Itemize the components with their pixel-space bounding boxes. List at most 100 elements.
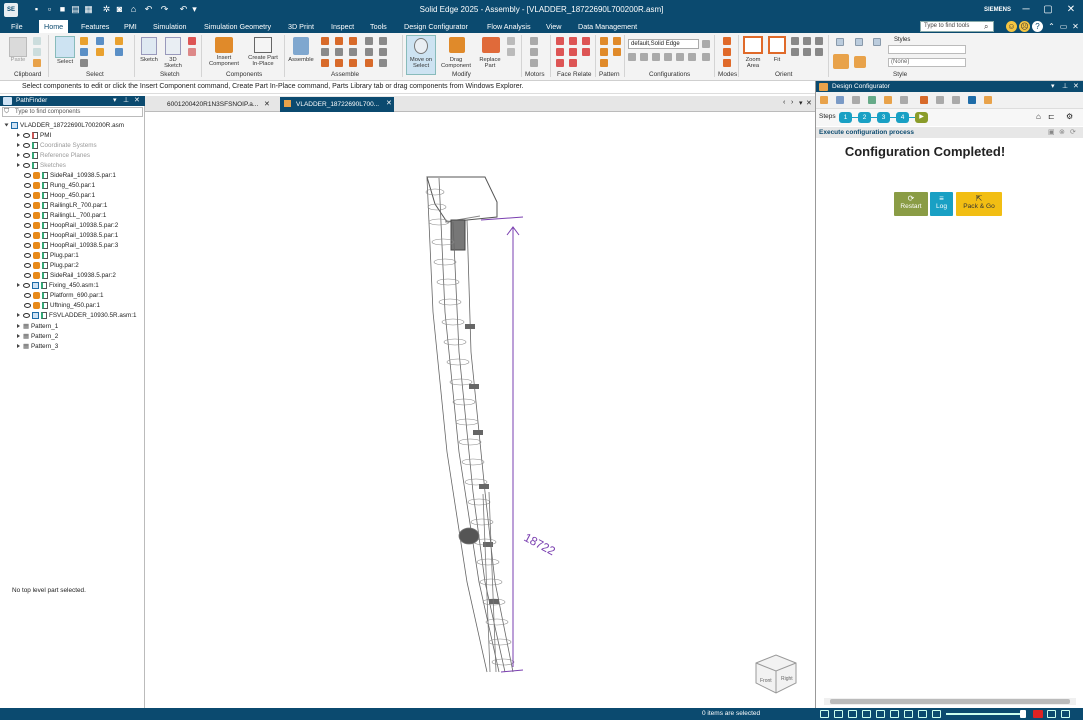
select-tool3-icon[interactable] xyxy=(115,37,123,45)
format-icon[interactable] xyxy=(33,59,41,67)
config-tool5-icon[interactable] xyxy=(664,53,672,61)
config-rules-icon[interactable] xyxy=(900,96,908,104)
expand-icon[interactable] xyxy=(17,163,20,167)
motor-icon[interactable] xyxy=(530,37,538,45)
help-icon[interactable]: ? xyxy=(1032,21,1043,32)
angle-icon[interactable] xyxy=(335,48,343,56)
step-4-button[interactable]: 4 xyxy=(896,112,909,123)
lock-icon[interactable]: ⌂ xyxy=(1036,112,1041,121)
tree-item-pattern[interactable]: ▦ Pattern_1 xyxy=(0,322,58,332)
create-part-button-label[interactable]: Create Part In-Place xyxy=(245,55,281,67)
config-table-icon[interactable] xyxy=(952,96,960,104)
config-grid-icon[interactable] xyxy=(936,96,944,104)
shaded-edges-icon[interactable] xyxy=(854,56,866,68)
pattern-icon[interactable] xyxy=(600,37,608,45)
menu-3d-print[interactable]: 3D Print xyxy=(288,20,314,33)
expand-icon[interactable] xyxy=(17,313,20,317)
close-icon[interactable]: ✕ xyxy=(1060,0,1082,20)
zoom-area-icon[interactable] xyxy=(743,36,763,54)
expand-icon[interactable] xyxy=(17,344,20,348)
sketch-3d-button-label[interactable]: 3D Sketch xyxy=(161,57,185,69)
visibility-eye-icon[interactable] xyxy=(24,242,31,248)
menu-design-configurator[interactable]: Design Configurator xyxy=(404,20,468,33)
connect-icon[interactable] xyxy=(321,48,329,56)
dimension-value[interactable]: 18722 xyxy=(522,530,558,558)
view-status-icon[interactable] xyxy=(890,710,899,718)
pattern2-icon[interactable] xyxy=(600,48,608,56)
visibility-eye-icon[interactable] xyxy=(23,152,30,158)
step-2-button[interactable]: 2 xyxy=(858,112,871,123)
zoom-status-icon[interactable] xyxy=(834,710,843,718)
config-model-icon[interactable] xyxy=(820,96,828,104)
parallel-icon[interactable] xyxy=(379,48,387,56)
tree-item-pattern[interactable]: ▦ Pattern_3 xyxy=(0,342,58,352)
tree-item-part[interactable]: RailingLL_700.par:1 xyxy=(0,211,106,221)
face-relate-icon[interactable] xyxy=(556,37,564,45)
drag-component-label[interactable]: Drag Component xyxy=(437,57,475,69)
sketch-view-status-icon[interactable] xyxy=(904,710,913,718)
tree-item-part[interactable]: SideRail_10938.5.par:2 xyxy=(0,271,116,281)
expand-icon[interactable] xyxy=(17,143,20,147)
face-relate5-icon[interactable] xyxy=(569,48,577,56)
pin-panel-icon[interactable]: ⊥ xyxy=(123,96,129,104)
tree-item-pattern[interactable]: ▦ Pattern_2 xyxy=(0,332,58,342)
config-tools-icon[interactable] xyxy=(920,96,928,104)
mode3-icon[interactable] xyxy=(723,59,731,67)
modify-tool2-icon[interactable] xyxy=(507,48,515,56)
tab-close-icon[interactable]: ✕ xyxy=(264,100,270,108)
tree-item-pmi[interactable]: PMI xyxy=(0,131,51,141)
frown-icon[interactable]: ☹ xyxy=(1019,21,1030,32)
maximize-icon[interactable]: ▢ xyxy=(1037,0,1059,20)
copy-icon[interactable] xyxy=(33,48,41,56)
face-relate3-icon[interactable] xyxy=(582,37,590,45)
config-tool4-icon[interactable] xyxy=(652,53,660,61)
select-tool4-icon[interactable] xyxy=(115,48,123,56)
tab-close-icon[interactable]: ✕ xyxy=(386,99,392,107)
menu-home[interactable]: Home xyxy=(39,20,69,33)
tree-item-subassembly[interactable]: FSVLADDER_10930.5R.asm:1 xyxy=(0,311,137,321)
fit-icon[interactable] xyxy=(768,36,786,54)
export-icon[interactable]: ▣ xyxy=(1048,128,1055,136)
tree-item-reference-planes[interactable]: Reference Planes xyxy=(0,151,90,161)
insert-component-button-label[interactable]: Insert Component xyxy=(201,55,247,67)
smile-icon[interactable]: ☺ xyxy=(1006,21,1017,32)
folder-icon[interactable]: ▦ xyxy=(83,4,94,15)
pin-icon[interactable]: ⌂ xyxy=(128,4,139,15)
select-box-icon[interactable] xyxy=(80,59,88,67)
replace-part-icon[interactable] xyxy=(482,37,500,53)
close-doc-icon[interactable]: ✕ xyxy=(1070,21,1081,32)
expand-icon[interactable] xyxy=(17,153,20,157)
tree-item-part[interactable]: Hoop_450.par:1 xyxy=(0,191,95,201)
tree-item-part[interactable]: Platform_690.par:1 xyxy=(0,291,104,301)
axial-icon[interactable] xyxy=(349,48,357,56)
modify-tool-icon[interactable] xyxy=(507,37,515,45)
visibility-eye-icon[interactable] xyxy=(24,222,31,228)
expand-icon[interactable] xyxy=(17,283,20,287)
tree-root[interactable]: VLADDER_18722690L700200R.asm xyxy=(0,121,124,131)
close-panel-icon[interactable]: ✕ xyxy=(1073,82,1079,90)
tree-view-icon[interactable]: ⊏ xyxy=(1048,112,1055,121)
assemble-button-label[interactable]: Assemble xyxy=(287,57,315,63)
run-play-icon[interactable]: ▶ xyxy=(915,112,928,123)
view-icon[interactable] xyxy=(791,48,799,56)
view2-icon[interactable] xyxy=(803,48,811,56)
select-option-icon[interactable] xyxy=(80,37,88,45)
tree-item-part[interactable]: HoopRail_10938.5.par:2 xyxy=(0,221,118,231)
motor2-icon[interactable] xyxy=(530,48,538,56)
style-status-icon[interactable] xyxy=(918,710,927,718)
config-tool7-icon[interactable] xyxy=(688,53,696,61)
visibility-eye-icon[interactable] xyxy=(23,282,30,288)
camera-icon[interactable]: ◙ xyxy=(114,4,125,15)
visibility-eye-icon[interactable] xyxy=(24,252,31,258)
pattern3-icon[interactable] xyxy=(613,48,621,56)
tree-item-part[interactable]: SideRail_10938.5.par:1 xyxy=(0,171,116,181)
config-tool2-icon[interactable] xyxy=(628,53,636,61)
menu-pmi[interactable]: PMI xyxy=(124,20,137,33)
tab-scroll-right-icon[interactable]: › xyxy=(791,99,793,106)
record-icon[interactable] xyxy=(1033,710,1043,718)
align-icon[interactable] xyxy=(335,37,343,45)
pattern4-icon[interactable] xyxy=(600,59,608,67)
config-tool8-icon[interactable] xyxy=(702,53,710,61)
menu-simulation-geometry[interactable]: Simulation Geometry xyxy=(204,20,271,33)
motor3-icon[interactable] xyxy=(530,59,538,67)
